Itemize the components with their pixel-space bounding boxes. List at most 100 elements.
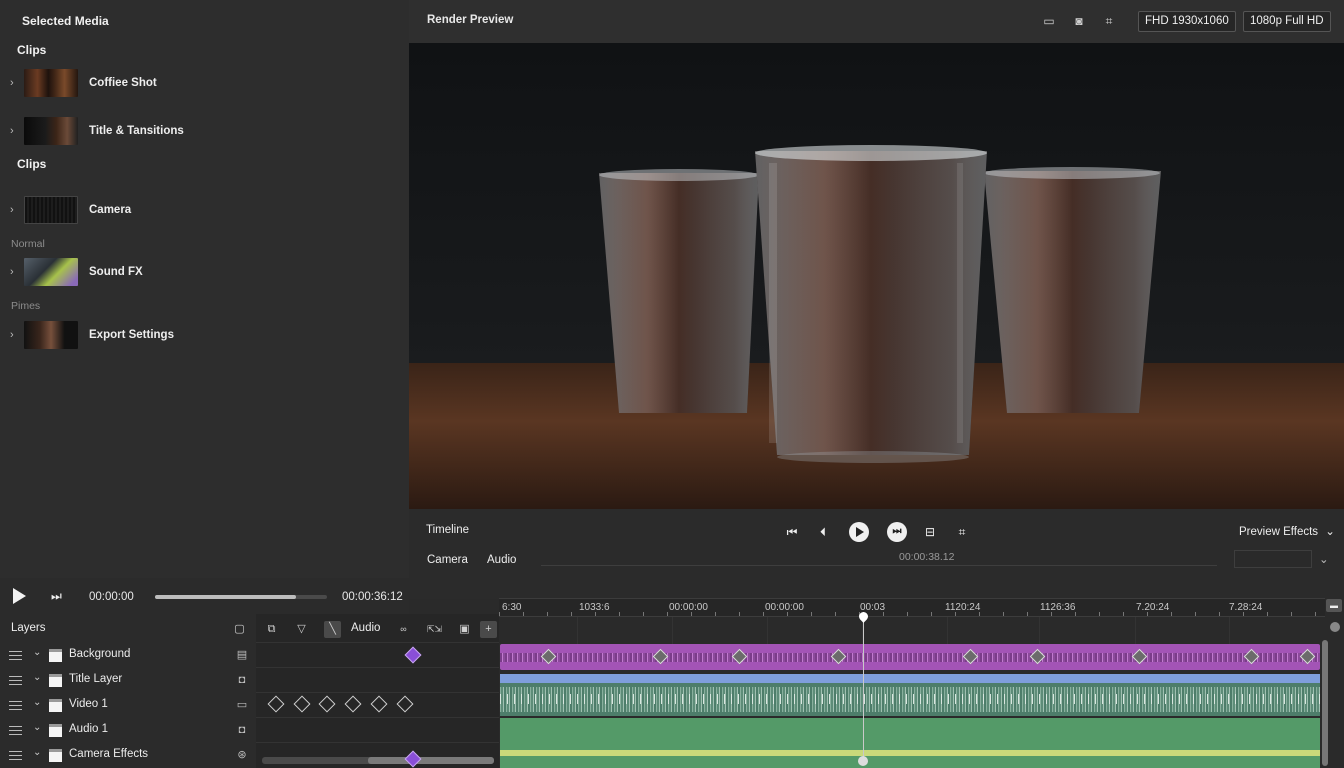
clip-camera-effects-track[interactable]	[500, 718, 1320, 768]
keyframe-diamond[interactable]	[318, 695, 336, 713]
effects-value-field[interactable]	[1234, 550, 1312, 568]
chevron-down-icon[interactable]: ⌄	[33, 647, 41, 658]
clip-audio-waveform[interactable]	[500, 683, 1320, 716]
preview-frame-image	[409, 43, 1344, 509]
keyframe-diamond[interactable]	[267, 695, 285, 713]
keyframe-diamond[interactable]	[370, 695, 388, 713]
snapshot-camera-icon[interactable]: ◙	[1071, 13, 1087, 29]
render-preview-viewer[interactable]	[409, 43, 1344, 509]
chevron-down-icon[interactable]: ⌄	[33, 697, 41, 708]
ruler-scroll-button[interactable]: ▬	[1326, 599, 1342, 612]
drag-handle-icon[interactable]	[9, 751, 22, 760]
chevron-down-icon[interactable]: ⌄	[33, 722, 41, 733]
chevron-right-icon[interactable]: ›	[10, 204, 22, 216]
layer-camera-icon[interactable]: ◘	[235, 723, 249, 737]
note-icon[interactable]: ▢	[231, 621, 248, 638]
playhead-line[interactable]	[863, 612, 864, 762]
add-icon[interactable]: +	[480, 621, 497, 638]
ruler-tick-label: 6:30	[502, 602, 522, 613]
audio-toggle[interactable]: Audio	[351, 622, 380, 634]
chevron-right-icon[interactable]: ›	[10, 329, 22, 341]
chevron-down-icon[interactable]: ⌄	[33, 672, 41, 683]
playhead-bottom-handle[interactable]	[858, 756, 868, 766]
layer-settings-icon[interactable]: ▤	[235, 648, 249, 662]
media-item-coffee-shot[interactable]: › Coffiee Shot	[10, 68, 157, 98]
chevron-right-icon[interactable]: ›	[10, 125, 22, 137]
step-back-icon[interactable]: ⏴	[814, 523, 832, 541]
keyframe-diamond[interactable]	[344, 695, 362, 713]
timeline-ruler[interactable]: 6:30 1033:6 00:00:00 00:00:00 00:03 1120:24 11…	[499, 598, 1325, 617]
ruler-tick-mark	[811, 612, 812, 616]
clip-title-track[interactable]	[500, 674, 1320, 683]
skip-to-end-button[interactable]: ⏭	[887, 522, 907, 542]
layer-row-title-layer[interactable]: ⌄ Title Layer ◘	[0, 668, 256, 693]
grid-settings-icon[interactable]: ⌗	[1101, 13, 1117, 29]
chevron-right-icon[interactable]: ›	[10, 77, 22, 89]
resolution-dropdown-1080p[interactable]: 1080p Full HD	[1243, 11, 1331, 32]
clip-background-track[interactable]	[500, 644, 1320, 670]
layer-row-audio-1[interactable]: ⌄ Audio 1 ◘	[0, 718, 256, 743]
scrub-track[interactable]	[541, 565, 1217, 566]
ruler-tick-mark	[1075, 612, 1076, 616]
tracks-vertical-scrollbar[interactable]	[1322, 640, 1328, 766]
ruler-tick-mark	[1051, 612, 1052, 616]
layer-effects-icon[interactable]: ⊛	[235, 748, 249, 762]
chevron-down-icon[interactable]: ⌄	[33, 747, 41, 758]
layer-row-video-1[interactable]: ⌄ Video 1 ▭	[0, 693, 256, 718]
media-item-title-transitions[interactable]: › Title & Tansitions	[10, 116, 184, 146]
resolution-dropdown-fhd[interactable]: FHD 1930x1060	[1138, 11, 1236, 32]
lane-divider	[256, 642, 499, 643]
timeline-tracks[interactable]	[499, 617, 1325, 768]
lane-scrollbar[interactable]	[262, 757, 494, 764]
media-item-camera[interactable]: › Camera	[10, 195, 131, 225]
snap-icon[interactable]: ⌗	[953, 523, 971, 541]
keyframe-lane[interactable]: ▢ ⧉ ▽ ╲ Audio ∞ ⇱⇲ ▣ +	[234, 614, 499, 768]
drag-handle-icon[interactable]	[9, 651, 22, 660]
skip-forward-icon[interactable]: ⏭	[51, 589, 62, 604]
link-icon[interactable]: ∞	[395, 621, 412, 638]
skip-to-start-icon[interactable]: ⏮	[783, 523, 801, 541]
ruler-tick-mark	[931, 612, 932, 616]
play-button[interactable]	[849, 522, 869, 542]
ruler-tick-label: 7.20:24	[1136, 602, 1170, 613]
play-icon[interactable]	[13, 588, 26, 604]
media-item-export-settings[interactable]: › Export Settings	[10, 320, 174, 350]
zoom-knob[interactable]	[1330, 622, 1340, 632]
tab-audio[interactable]: Audio	[487, 554, 516, 566]
pen-tool-icon[interactable]: ╲	[324, 621, 341, 638]
layer-row-background[interactable]: ⌄ Background ▤	[0, 643, 256, 668]
keyframe-diamond-active[interactable]	[404, 646, 422, 664]
expand-icon[interactable]: ⇱⇲	[426, 621, 443, 638]
filter-icon[interactable]: ▽	[293, 621, 310, 638]
keyframe-diamond[interactable]	[293, 695, 311, 713]
duplicate-icon[interactable]: ⧉	[263, 621, 280, 638]
clip-thumbnail	[24, 196, 78, 224]
media-item-label: Camera	[89, 204, 132, 216]
ruler-tick-mark	[979, 612, 980, 616]
layer-row-camera-effects[interactable]: ⌄ Camera Effects ⊛	[0, 743, 256, 768]
ruler-tick-mark	[643, 612, 644, 616]
chevron-down-icon[interactable]: ⌄	[1319, 552, 1329, 566]
drag-handle-icon[interactable]	[9, 676, 22, 685]
drag-handle-icon[interactable]	[9, 701, 22, 710]
folder-icon[interactable]: ▣	[456, 621, 473, 638]
drag-handle-icon[interactable]	[9, 726, 22, 735]
ruler-tick-mark	[739, 612, 740, 616]
keyframe-diamond-active[interactable]	[404, 750, 422, 768]
layer-folder-icon[interactable]: ▭	[235, 698, 249, 712]
media-item-sound-fx[interactable]: › Sound FX	[10, 257, 143, 287]
lane-scrollbar-thumb[interactable]	[368, 757, 494, 764]
preview-header: Render Preview ▭ ◙ ⌗ FHD 1930x1060 1080p…	[409, 0, 1344, 43]
layer-camera-icon[interactable]: ◘	[235, 673, 249, 687]
ruler-tick-mark	[955, 612, 956, 616]
playback-progress-bar[interactable]	[155, 595, 327, 599]
keyframe-diamond[interactable]	[396, 695, 414, 713]
grid-line	[1229, 617, 1230, 645]
layer-name: Title Layer	[69, 673, 123, 685]
chevron-right-icon[interactable]: ›	[10, 266, 22, 278]
preview-effects-dropdown[interactable]: Preview Effects ⌄	[1239, 524, 1335, 538]
aspect-ratio-icon[interactable]: ▭	[1041, 13, 1057, 29]
clip-thumbnail	[24, 258, 78, 286]
loop-icon[interactable]: ⊟	[921, 523, 939, 541]
tab-camera[interactable]: Camera	[427, 554, 468, 566]
